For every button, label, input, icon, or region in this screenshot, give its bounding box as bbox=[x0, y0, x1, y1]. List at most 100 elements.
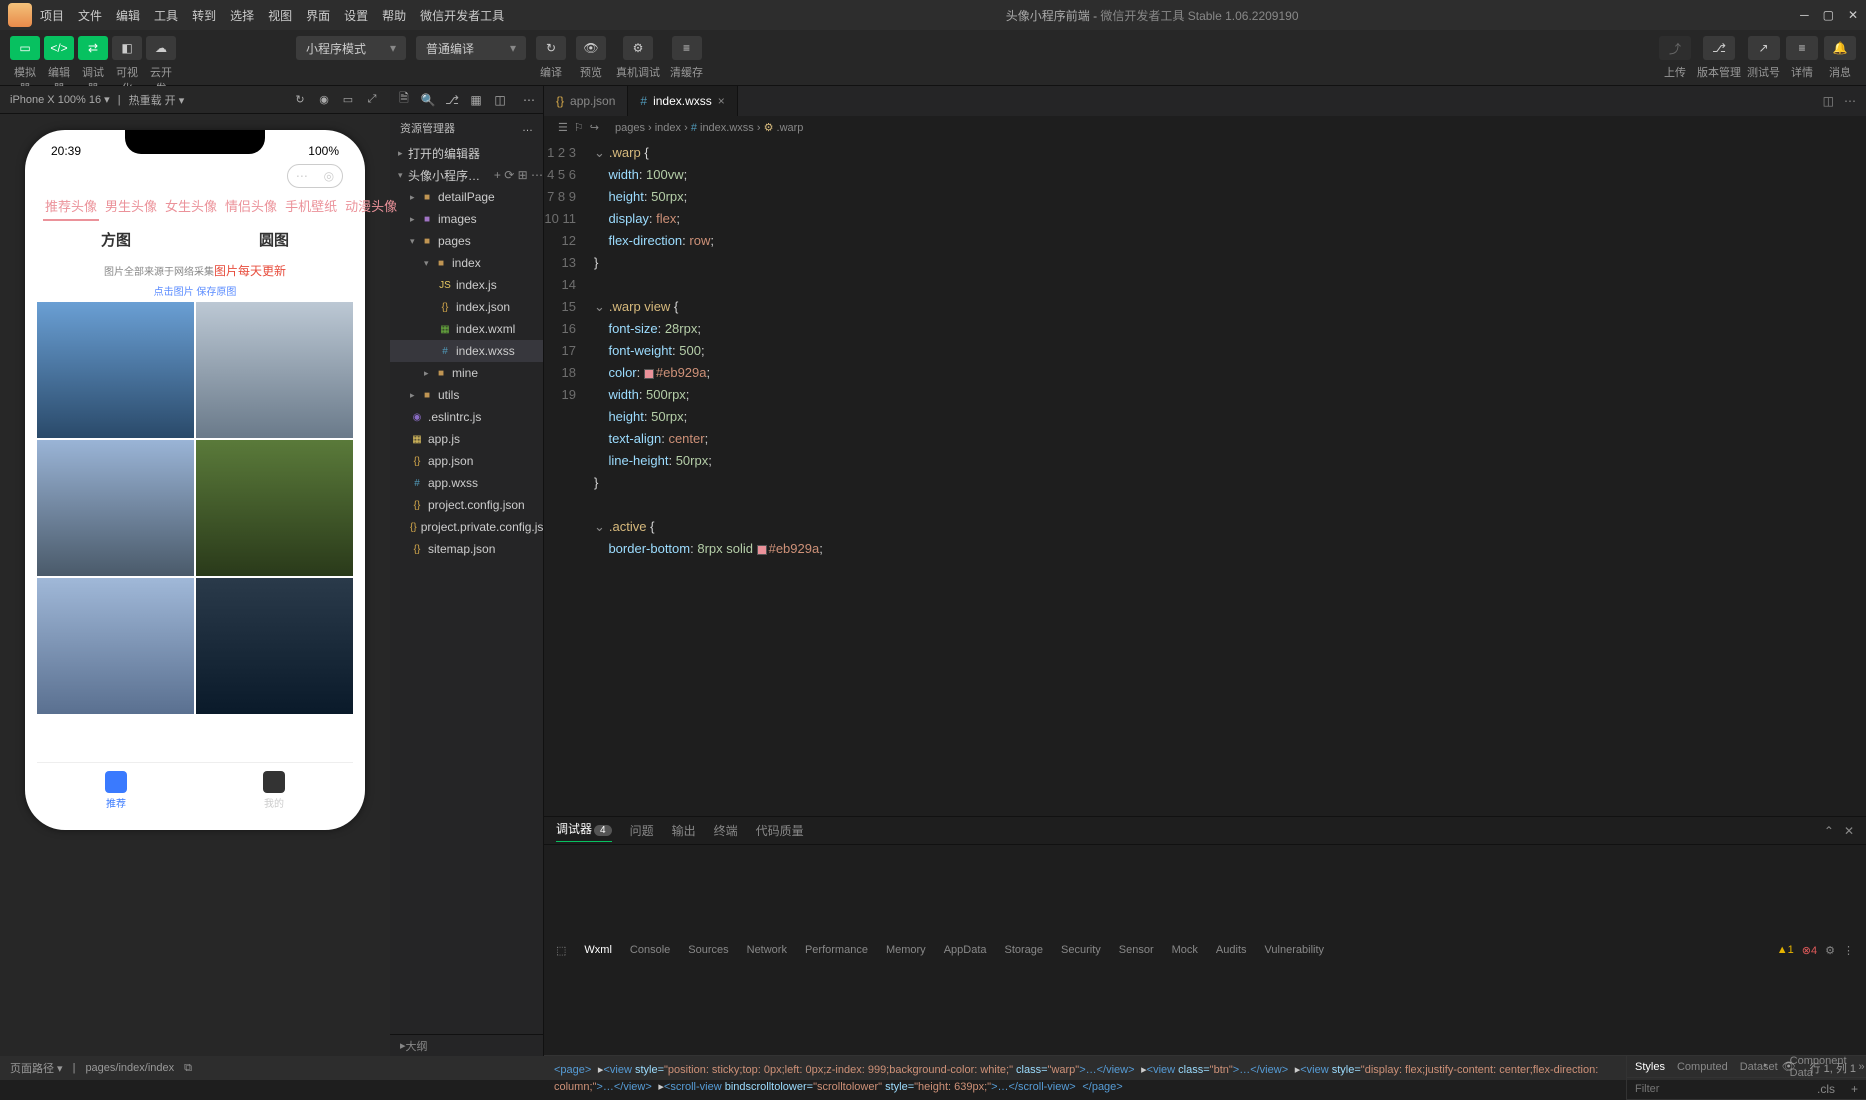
compile-button[interactable]: ↻ bbox=[536, 36, 566, 60]
minimize-icon[interactable]: ─ bbox=[1800, 8, 1809, 22]
subtab-round[interactable]: 圆图 bbox=[195, 221, 353, 258]
menu-view[interactable]: 视图 bbox=[268, 7, 292, 24]
styles-tab-computed[interactable]: Computed bbox=[1677, 1061, 1728, 1073]
file-appwxss[interactable]: #app.wxss bbox=[390, 472, 543, 494]
detail-button[interactable]: ≡ bbox=[1786, 36, 1818, 60]
outline-section[interactable]: ▸ 大纲 bbox=[390, 1034, 543, 1056]
image-cell[interactable] bbox=[37, 302, 194, 438]
simulator-button[interactable]: ▭ bbox=[10, 36, 40, 60]
dt-tab-appdata[interactable]: AppData bbox=[944, 944, 987, 956]
hot-reload-dropdown[interactable]: 热重载 开 ▾ bbox=[129, 92, 185, 108]
image-cell[interactable] bbox=[196, 578, 353, 714]
dt-more-icon[interactable]: ⋮ bbox=[1843, 944, 1854, 957]
debugger-button[interactable]: ⇄ bbox=[78, 36, 108, 60]
editor-button[interactable]: </> bbox=[44, 36, 74, 60]
open-editors[interactable]: ▸打开的编辑器 bbox=[390, 142, 543, 164]
dt-tab-network[interactable]: Network bbox=[747, 944, 787, 956]
panel-tab-debugger[interactable]: 调试器4 bbox=[556, 820, 612, 842]
status-preview-icon[interactable]: 👁 bbox=[1782, 1060, 1796, 1076]
dt-tab-sensor[interactable]: Sensor bbox=[1119, 944, 1154, 956]
dt-tab-vulnerability[interactable]: Vulnerability bbox=[1265, 944, 1325, 956]
menu-settings[interactable]: 设置 bbox=[344, 7, 368, 24]
dt-inspect-icon[interactable]: ⬚ bbox=[556, 944, 566, 957]
code-content[interactable]: ⌄.warp { width: 100vw; height: 50rpx; di… bbox=[588, 138, 1866, 816]
styles-more-icon[interactable]: » bbox=[1859, 1061, 1865, 1073]
dt-tab-mock[interactable]: Mock bbox=[1172, 944, 1198, 956]
menu-project[interactable]: 项目 bbox=[40, 7, 64, 24]
device-icon[interactable]: ▭ bbox=[340, 92, 356, 108]
layout-icon[interactable]: ◫ bbox=[492, 93, 508, 107]
compile-dropdown[interactable]: 普通编译▾ bbox=[416, 36, 526, 60]
status-dashboard-icon[interactable]: ◔ bbox=[1761, 1060, 1768, 1076]
file-projpriv[interactable]: {}project.private.config.js… bbox=[390, 516, 543, 538]
image-cell[interactable] bbox=[196, 440, 353, 576]
dt-tab-sources[interactable]: Sources bbox=[688, 944, 728, 956]
split-icon[interactable]: ◫ bbox=[1823, 94, 1834, 108]
error-badge[interactable]: ⊗4 bbox=[1802, 944, 1817, 957]
dt-tab-wxml[interactable]: Wxml bbox=[584, 944, 612, 956]
close-tab-icon[interactable]: × bbox=[718, 94, 725, 108]
menu-tools[interactable]: 工具 bbox=[154, 7, 178, 24]
file-projcfg[interactable]: {}project.config.json bbox=[390, 494, 543, 516]
folder-pages[interactable]: ▾■pages bbox=[390, 230, 543, 252]
cat-couple[interactable]: 情侣头像 bbox=[223, 192, 279, 221]
folder-index[interactable]: ▾■index bbox=[390, 252, 543, 274]
preview-button[interactable]: 👁 bbox=[576, 36, 606, 60]
menu-goto[interactable]: 转到 bbox=[192, 7, 216, 24]
more-icon[interactable]: … bbox=[522, 122, 533, 134]
test-button[interactable]: ↗ bbox=[1748, 36, 1780, 60]
ext-icon[interactable]: ▦ bbox=[468, 93, 484, 107]
panel-close-icon[interactable]: ✕ bbox=[1844, 824, 1854, 838]
bc-arrow-icon[interactable]: ↪ bbox=[590, 121, 599, 134]
folder-images[interactable]: ▸■images bbox=[390, 208, 543, 230]
capsule-button[interactable]: ⋯◎ bbox=[287, 164, 343, 188]
git-icon[interactable]: ⎇ bbox=[444, 93, 460, 107]
project-root[interactable]: ▾头像小程序…+ ⟳ ⊞ ⋯ bbox=[390, 164, 543, 186]
bc-bookmark-icon[interactable]: ⚐ bbox=[574, 121, 584, 134]
file-indexwxss[interactable]: #index.wxss bbox=[390, 340, 543, 362]
file-indexjson[interactable]: {}index.json bbox=[390, 296, 543, 318]
file-eslint[interactable]: ◉.eslintrc.js bbox=[390, 406, 543, 428]
more-icon[interactable]: ⋯ bbox=[1844, 94, 1856, 108]
file-sitemap[interactable]: {}sitemap.json bbox=[390, 538, 543, 560]
copy-path-icon[interactable]: ⧉ bbox=[184, 1062, 192, 1075]
dt-tab-memory[interactable]: Memory bbox=[886, 944, 926, 956]
dt-tab-audits[interactable]: Audits bbox=[1216, 944, 1247, 956]
close-icon[interactable]: ✕ bbox=[1848, 8, 1858, 22]
image-cell[interactable] bbox=[37, 440, 194, 576]
wxml-tree[interactable]: <page> ▸<view style="position: sticky;to… bbox=[544, 1056, 1626, 1100]
cloud-button[interactable]: ☁ bbox=[146, 36, 176, 60]
clear-cache-button[interactable]: ≡ bbox=[672, 36, 702, 60]
page-path-dropdown[interactable]: 页面路径 ▾ bbox=[10, 1060, 63, 1076]
folder-utils[interactable]: ▸■utils bbox=[390, 384, 543, 406]
file-indexjs[interactable]: JSindex.js bbox=[390, 274, 543, 296]
tab-indexwxss[interactable]: #index.wxss× bbox=[628, 86, 737, 116]
panel-tab-terminal[interactable]: 终端 bbox=[714, 822, 738, 839]
file-appjson[interactable]: {}app.json bbox=[390, 450, 543, 472]
record-icon[interactable]: ◉ bbox=[316, 92, 332, 108]
panel-tab-problems[interactable]: 问题 bbox=[630, 822, 654, 839]
device-dropdown[interactable]: iPhone X 100% 16 ▾ bbox=[10, 93, 110, 106]
add-style-icon[interactable]: + bbox=[1843, 1082, 1866, 1096]
panel-up-icon[interactable]: ⌃ bbox=[1824, 824, 1834, 838]
menu-edit[interactable]: 编辑 bbox=[116, 7, 140, 24]
upload-button[interactable]: ⤴ bbox=[1659, 36, 1691, 60]
image-cell[interactable] bbox=[37, 578, 194, 714]
subtab-square[interactable]: 方图 bbox=[37, 221, 195, 258]
dt-tab-console[interactable]: Console bbox=[630, 944, 670, 956]
menu-file[interactable]: 文件 bbox=[78, 7, 102, 24]
menu-devtools[interactable]: 微信开发者工具 bbox=[420, 7, 504, 24]
cat-anime[interactable]: 动漫头像 bbox=[343, 192, 399, 221]
tabbar-recommend[interactable]: 推荐 bbox=[37, 763, 195, 818]
dt-tab-security[interactable]: Security bbox=[1061, 944, 1101, 956]
file-indexwxml[interactable]: ▦index.wxml bbox=[390, 318, 543, 340]
tabbar-mine[interactable]: 我的 bbox=[195, 763, 353, 818]
menu-help[interactable]: 帮助 bbox=[382, 7, 406, 24]
bc-toc-icon[interactable]: ☰ bbox=[558, 121, 568, 134]
files-icon[interactable]: 🗎 bbox=[396, 89, 412, 110]
refresh-icon[interactable]: ↻ bbox=[292, 92, 308, 108]
menu-interface[interactable]: 界面 bbox=[306, 7, 330, 24]
styles-tab-styles[interactable]: Styles bbox=[1635, 1061, 1665, 1073]
version-button[interactable]: ⎇ bbox=[1703, 36, 1735, 60]
dt-tab-performance[interactable]: Performance bbox=[805, 944, 868, 956]
